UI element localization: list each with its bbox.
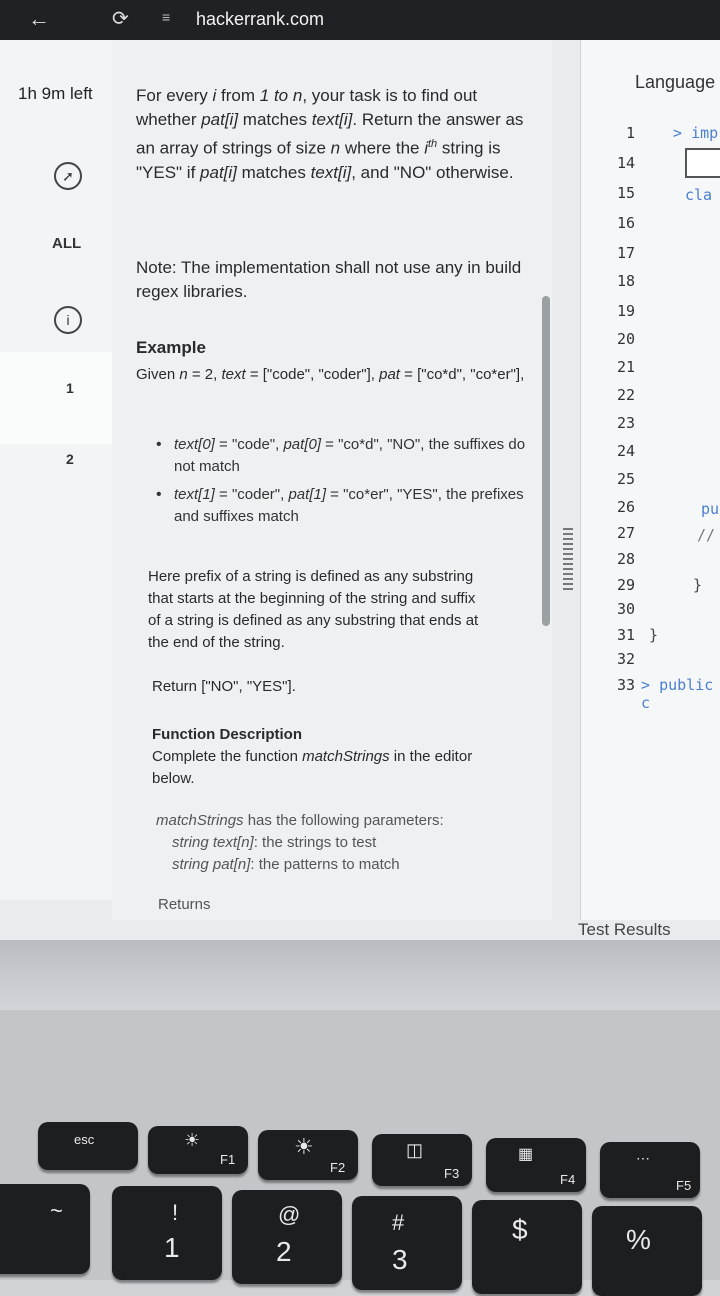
line-number: 33 — [616, 676, 635, 694]
sidebar-item-question-2[interactable]: 2 — [66, 451, 74, 467]
example-bullet-2: text[1] = "coder", pat[1] = "co*er", "YE… — [156, 484, 534, 528]
f3-key[interactable]: ◫ F3 — [372, 1134, 472, 1186]
language-selector[interactable]: Language — [635, 72, 715, 93]
line-number: 28 — [616, 550, 635, 568]
task-description: For every i from 1 to n, your task is to… — [136, 86, 524, 182]
line-number: 15 — [616, 184, 635, 202]
sidebar-item-question-1[interactable]: 1 — [66, 380, 74, 396]
key-5[interactable]: % — [592, 1206, 702, 1296]
launchpad-icon: ▦ — [518, 1146, 534, 1163]
line-number: 25 — [616, 470, 635, 488]
line-number: 18 — [616, 272, 635, 290]
key-3[interactable]: # 3 — [352, 1196, 462, 1290]
f4-key[interactable]: ▦ F4 — [486, 1138, 586, 1192]
esc-key[interactable]: esc — [38, 1122, 138, 1170]
prefix-suffix-definition: Here prefix of a string is defined as an… — [148, 568, 479, 651]
question-sidebar: 1h 9m left ➚ ALL i 1 2 — [0, 40, 113, 900]
code-line-26[interactable]: pu — [701, 500, 719, 518]
back-arrow-icon[interactable]: ← — [28, 6, 50, 32]
line-number: 30 — [616, 600, 635, 618]
returns-heading: Returns — [158, 896, 211, 913]
line-number: 21 — [616, 358, 635, 376]
code-editor-panel[interactable]: Language 1 > imp 14 15 cla 16 17 18 19 2… — [580, 40, 720, 920]
f2-key[interactable]: ☀ F2 — [258, 1130, 358, 1180]
code-line-29[interactable]: } — [693, 576, 702, 594]
site-settings-icon[interactable]: ≡ — [162, 9, 170, 25]
reload-icon[interactable]: ⟳ — [112, 6, 129, 31]
line-number: 17 — [616, 244, 635, 262]
code-line-31[interactable]: } — [649, 626, 658, 644]
line-number: 32 — [616, 650, 635, 668]
laptop-screen: 1h 9m left ➚ ALL i 1 2 For every i from … — [0, 40, 720, 940]
address-bar-url[interactable]: hackerrank.com — [196, 9, 324, 30]
function-description-text: Complete the function matchStrings in th… — [152, 748, 473, 787]
f5-key[interactable]: ⋯ F5 — [600, 1142, 700, 1198]
return-example: Return ["NO", "YES"]. — [152, 678, 296, 695]
code-line-15[interactable]: cla — [685, 186, 712, 204]
line-number: 14 — [616, 154, 635, 172]
fold-icon[interactable]: > — [641, 676, 650, 694]
line-number: 23 — [616, 414, 635, 432]
sidebar-item-all[interactable]: ALL — [52, 235, 81, 252]
mission-control-icon: ◫ — [406, 1140, 424, 1160]
sidebar-selected-highlight — [0, 352, 112, 444]
laptop-keyboard: esc ☀ F1 ☀ F2 ◫ F3 ▦ F4 ⋯ F5 ~ ! 1 @ 2 #… — [0, 1010, 720, 1296]
browser-toolbar: ← ⟳ ≡ hackerrank.com — [0, 0, 720, 40]
code-input-box[interactable] — [685, 148, 720, 178]
key-2[interactable]: @ 2 — [232, 1190, 342, 1284]
line-number: 31 — [616, 626, 635, 644]
parameter-pat: string pat[n]: the patterns to match — [172, 856, 400, 873]
problem-scrollbar[interactable] — [542, 296, 550, 626]
code-line-27[interactable]: // — [697, 526, 715, 544]
f1-key[interactable]: ☀ F1 — [148, 1126, 248, 1174]
keyboard-light-down-icon: ⋯ — [636, 1150, 650, 1166]
line-number: 19 — [616, 302, 635, 320]
parameters-intro: matchStrings has the following parameter… — [156, 812, 444, 829]
tilde-key[interactable]: ~ — [0, 1184, 90, 1274]
line-number: 22 — [616, 386, 635, 404]
problem-statement-panel: For every i from 1 to n, your task is to… — [112, 40, 552, 920]
time-remaining: 1h 9m left — [18, 84, 93, 103]
line-number: 24 — [616, 442, 635, 460]
example-heading: Example — [136, 338, 206, 357]
parameter-text: string text[n]: the strings to test — [172, 834, 377, 851]
line-number: 27 — [616, 524, 635, 542]
code-line-33[interactable]: > public c — [641, 676, 720, 712]
panel-resize-handle[interactable] — [563, 528, 573, 592]
brightness-down-icon: ☀ — [184, 1130, 201, 1150]
info-icon[interactable]: i — [54, 306, 82, 334]
line-number: 26 — [616, 498, 635, 516]
test-results-tab[interactable]: Test Results — [578, 920, 671, 940]
laptop-bezel — [0, 940, 720, 1020]
key-1[interactable]: ! 1 — [112, 1186, 222, 1280]
example-bullet-1: text[0] = "code", pat[0] = "co*d", "NO",… — [156, 434, 534, 478]
fold-icon[interactable]: > — [673, 124, 682, 142]
function-description-heading: Function Description — [152, 726, 302, 743]
code-line-1[interactable]: > imp — [673, 124, 718, 142]
line-number: 29 — [616, 576, 635, 594]
example-given: Given n = 2, text = ["code", "coder"], p… — [136, 366, 525, 383]
line-number: 20 — [616, 330, 635, 348]
line-number: 16 — [616, 214, 635, 232]
brightness-up-icon: ☀ — [294, 1134, 314, 1159]
implementation-note: Note: The implementation shall not use a… — [136, 258, 522, 301]
line-number: 1 — [625, 124, 635, 142]
compass-icon[interactable]: ➚ — [54, 162, 82, 190]
